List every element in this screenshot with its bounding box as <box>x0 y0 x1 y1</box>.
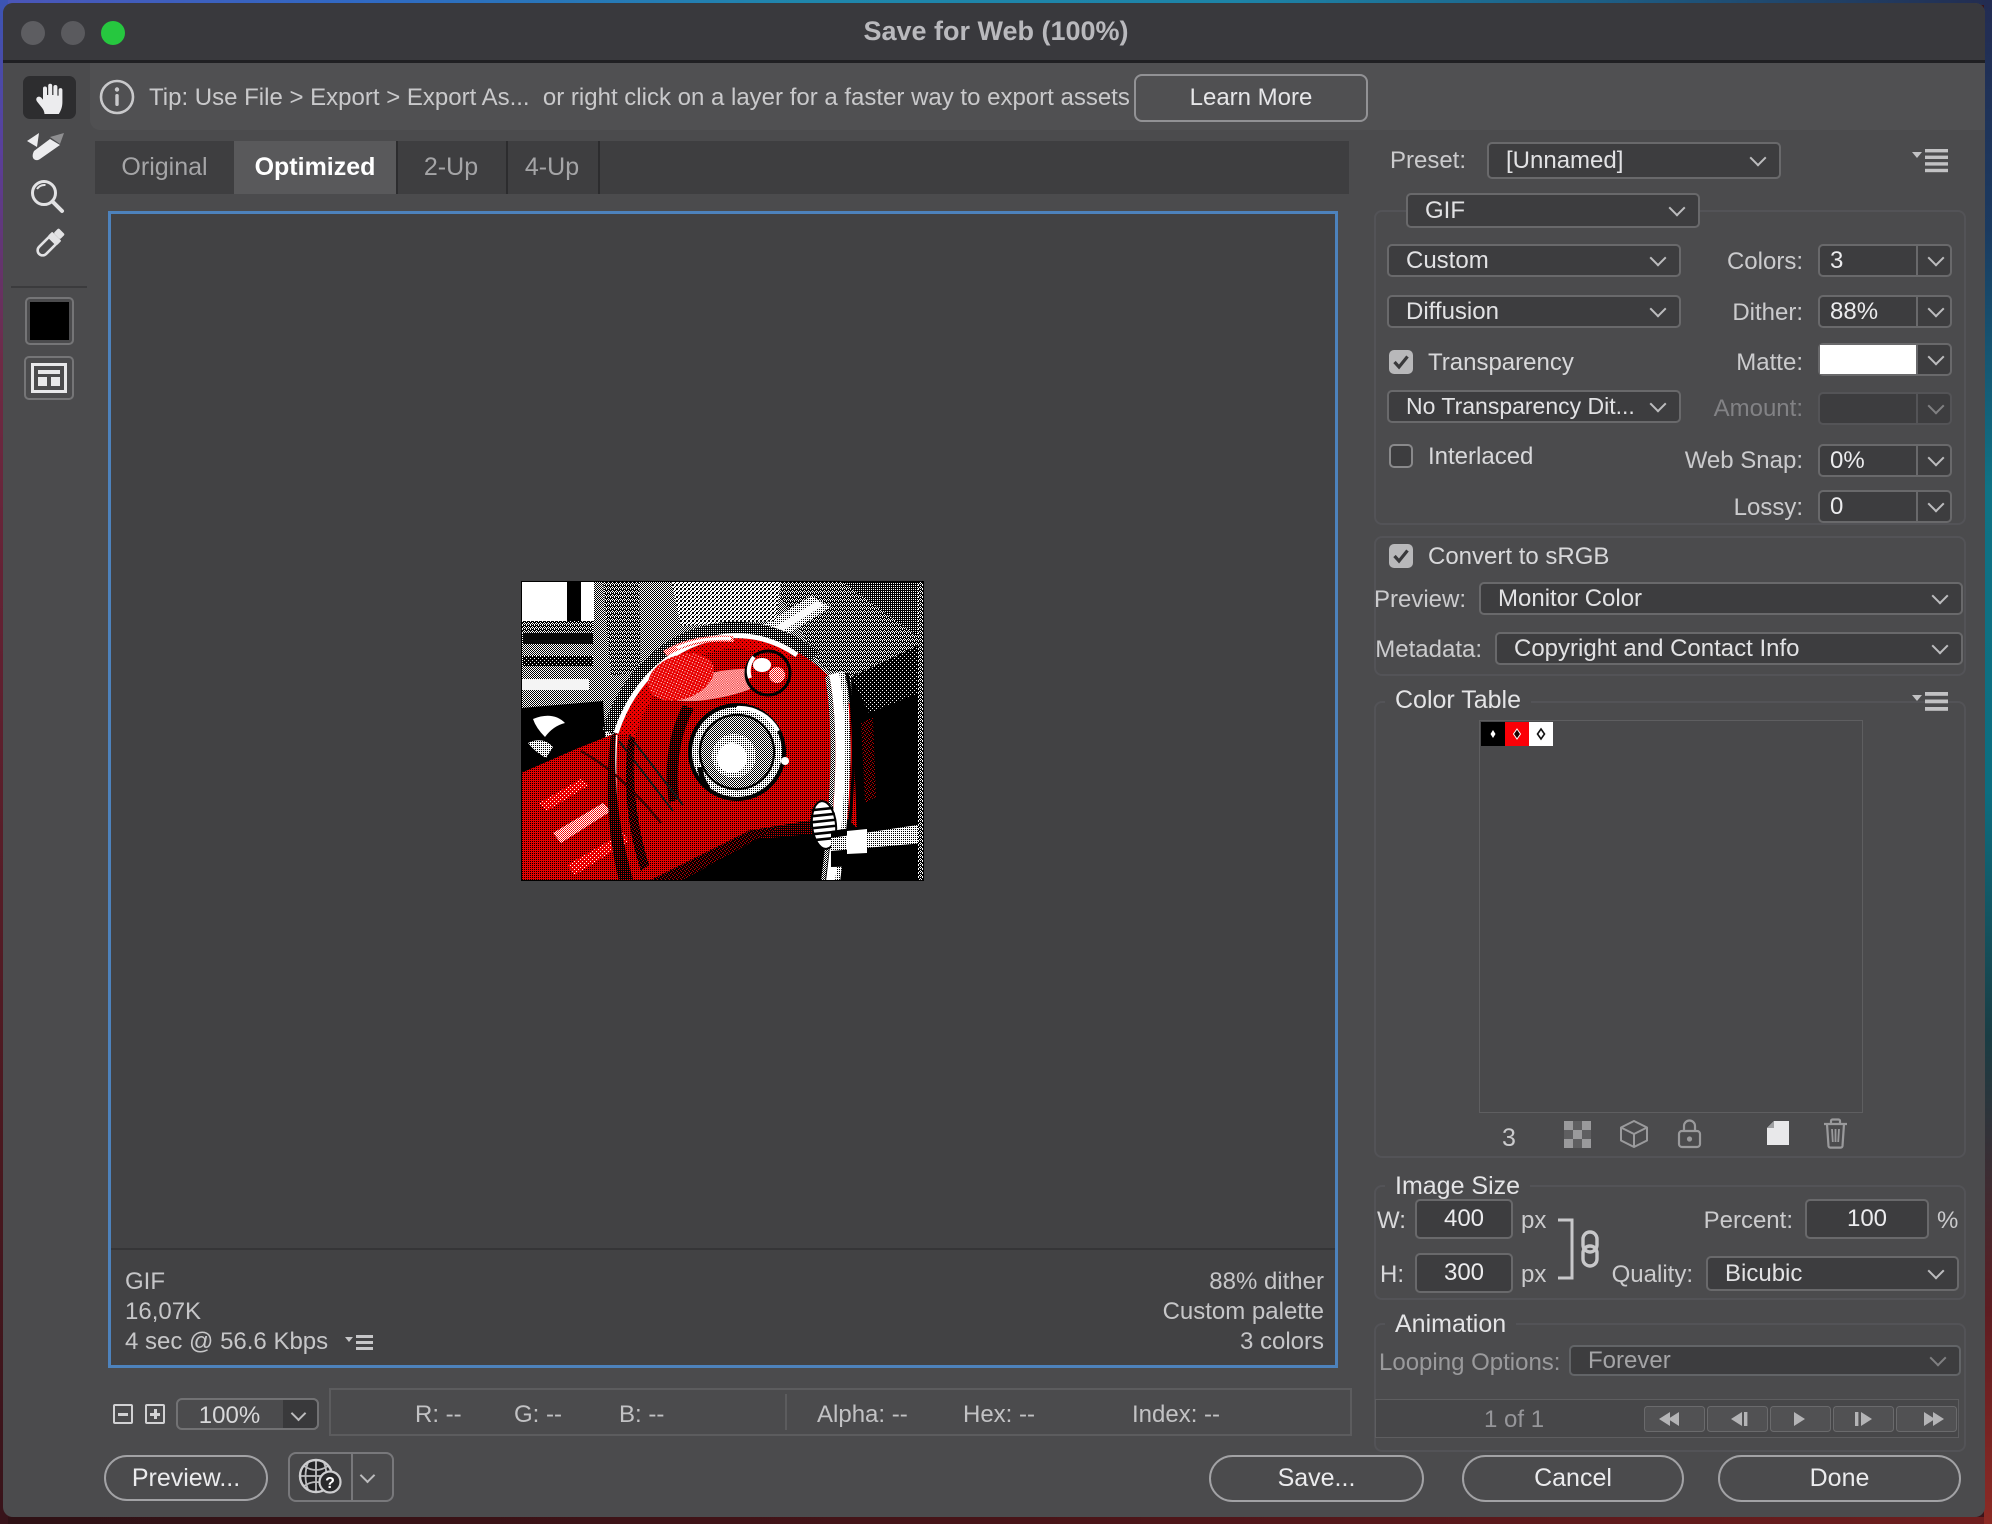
svg-text:?: ? <box>325 1475 335 1492</box>
